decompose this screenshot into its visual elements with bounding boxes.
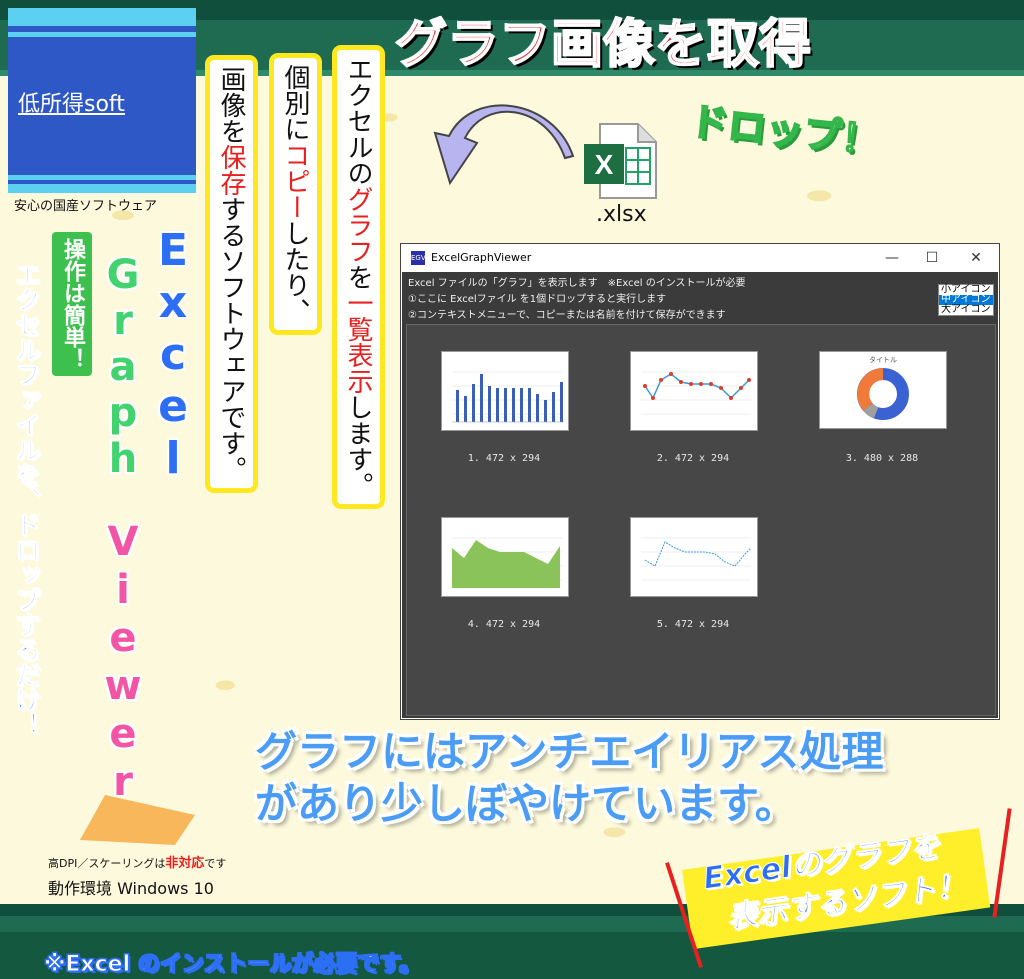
app-icon: EGV bbox=[411, 251, 426, 265]
dpi-note: 高DPI／スケーリングは非対応です bbox=[48, 856, 227, 871]
install-note: ※Excel のインストールが必要です。 bbox=[43, 952, 422, 978]
graph-thumbnail-5[interactable] bbox=[630, 517, 758, 597]
easy-badge: 操作は簡単！ bbox=[52, 232, 92, 376]
minimize-button[interactable]: — bbox=[877, 247, 907, 269]
curved-arrow-icon bbox=[433, 104, 575, 186]
close-button[interactable]: ✕ bbox=[961, 247, 991, 269]
graph-thumbnail-1[interactable] bbox=[441, 351, 569, 431]
window-title: ExcelGraphViewer bbox=[431, 251, 532, 264]
drop-only-copy: エクセルファイルを、ドロップするだけ！ bbox=[12, 262, 42, 738]
product-name-graph: Graph bbox=[106, 252, 140, 482]
icon-size-large[interactable]: 大アイコン bbox=[939, 305, 993, 315]
info-line-2: ①ここに Excelファイル を1個ドロップすると実行します bbox=[408, 294, 667, 305]
thumbnail-caption-4: 4. 472 x 294 bbox=[467, 619, 541, 630]
file-extension-label: .xlsx bbox=[596, 202, 647, 227]
svg-text:X: X bbox=[595, 149, 614, 180]
thumbnail-caption-1: 1. 472 x 294 bbox=[467, 453, 541, 464]
brand-tagline: 安心の国産ソフトウェア bbox=[14, 199, 158, 214]
thumbnail-panel[interactable]: 1. 472 x 294 2. 472 x 294 タイトル 3. 480 x … bbox=[406, 324, 996, 716]
donut-title: タイトル bbox=[869, 355, 897, 364]
maximize-button[interactable]: ☐ bbox=[917, 247, 947, 269]
graph-thumbnail-4[interactable] bbox=[441, 517, 569, 597]
copy-column-1: エクセルのグラフを一覧表示します。 bbox=[337, 50, 380, 504]
copy-column-2: 個別にコピーしたり、 bbox=[274, 58, 317, 330]
brand-name: 低所得soft bbox=[18, 92, 125, 117]
brand-logo: 低所得soft bbox=[8, 8, 196, 193]
thumbnail-caption-2: 2. 472 x 294 bbox=[656, 453, 730, 464]
page-title: グラフ画像を取得 bbox=[394, 14, 812, 76]
anti-alias-note: グラフにはアンチエイリアス処理 があり少しぼやけています。 bbox=[255, 727, 884, 828]
window-content: Excel ファイルの「グラフ」を表示します ※Excel のインストールが必要… bbox=[402, 272, 998, 718]
info-line-1: Excel ファイルの「グラフ」を表示します ※Excel のインストールが必要 bbox=[408, 278, 746, 289]
excel-file-icon: X bbox=[584, 123, 657, 199]
graph-thumbnail-2[interactable] bbox=[630, 351, 758, 431]
environment-note: 動作環境 Windows 10 bbox=[48, 879, 214, 898]
product-name-excel: Excel bbox=[157, 225, 189, 484]
info-line-3: ②コンテキストメニューで、コピーまたは名前を付けて保存ができます bbox=[408, 310, 726, 321]
thumbnail-caption-3: 3. 480 x 288 bbox=[845, 453, 919, 464]
copy-column-3: 画像を保存するソフトウェアです。 bbox=[210, 60, 253, 488]
product-name-viewer: Viewer bbox=[104, 519, 142, 805]
thumbnail-caption-5: 5. 472 x 294 bbox=[656, 619, 730, 630]
pedestal-shape bbox=[80, 795, 195, 845]
graph-thumbnail-3[interactable]: タイトル bbox=[819, 351, 947, 429]
app-window[interactable]: EGV ExcelGraphViewer — ☐ ✕ Excel ファイルの「グ… bbox=[400, 243, 1000, 720]
window-titlebar[interactable]: EGV ExcelGraphViewer — ☐ ✕ bbox=[401, 244, 999, 272]
icon-size-list[interactable]: 小アイコン 中アイコン 大アイコン bbox=[938, 284, 994, 316]
